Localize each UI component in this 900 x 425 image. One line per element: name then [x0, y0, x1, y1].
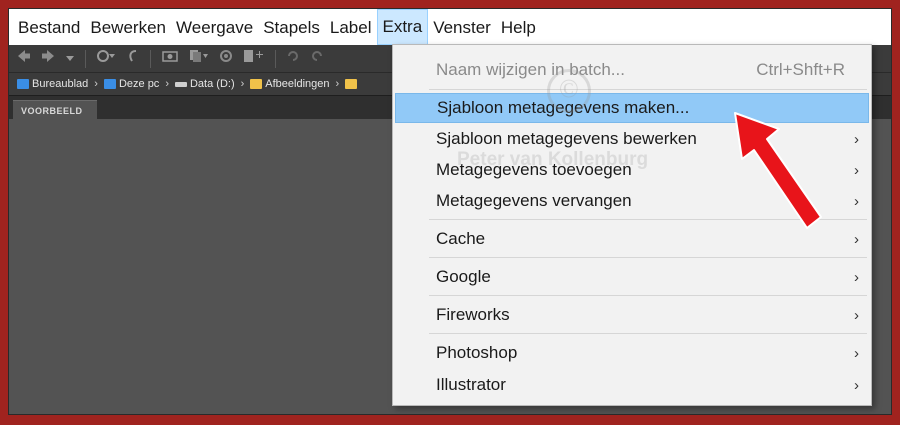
toolbar-divider: [275, 49, 276, 68]
tab-voorbeeld[interactable]: VOORBEELD: [13, 100, 97, 120]
chevron-right-icon: ›: [854, 306, 859, 324]
get-photos-icon[interactable]: [161, 45, 179, 73]
menu-item-shortcut: Ctrl+Shft+R: [756, 60, 845, 79]
menu-divider: [429, 295, 867, 296]
chevron-right-icon: ›: [854, 268, 859, 286]
menu-venster[interactable]: Venster: [428, 9, 496, 45]
chevron-right-icon[interactable]: ›: [241, 78, 245, 90]
recent-folders-icon[interactable]: [96, 45, 116, 73]
menu-divider: [429, 257, 867, 258]
menu-item-label: Metagegevens vervangen: [436, 191, 632, 210]
copy-icon[interactable]: [189, 45, 209, 73]
computer-icon: [103, 79, 116, 89]
breadcrumb-bureaublad[interactable]: Bureaublad: [17, 78, 88, 90]
chevron-right-icon[interactable]: ›: [94, 78, 98, 90]
menu-item-label: Illustrator: [436, 375, 506, 394]
breadcrumb-deze-pc[interactable]: Deze pc: [103, 78, 160, 90]
menu-bestand[interactable]: Bestand: [13, 9, 85, 45]
folder-icon: [250, 79, 263, 89]
chevron-right-icon: ›: [854, 192, 859, 210]
breadcrumb-next-folder[interactable]: [345, 79, 358, 89]
menu-extra[interactable]: Extra: [376, 9, 429, 45]
menu-item-naam-wijzigen-batch[interactable]: Naam wijzigen in batch... Ctrl+Shft+R: [395, 55, 869, 85]
rotate-right-icon[interactable]: [310, 45, 324, 73]
chevron-right-icon: ›: [854, 130, 859, 148]
menu-item-photoshop[interactable]: Photoshop ›: [395, 338, 869, 368]
desktop-icon: [17, 79, 29, 89]
menu-item-label: Sjabloon metagegevens bewerken: [436, 129, 697, 148]
drive-icon: [174, 81, 187, 87]
chevron-right-icon: ›: [854, 376, 859, 394]
menu-item-label: Naam wijzigen in batch...: [436, 60, 625, 79]
chevron-right-icon: ›: [854, 344, 859, 362]
menu-label[interactable]: Label: [325, 9, 377, 45]
history-dropdown-icon[interactable]: [65, 45, 75, 73]
menu-item-illustrator[interactable]: Illustrator ›: [395, 370, 869, 400]
breadcrumb-afbeeldingen[interactable]: Afbeeldingen: [250, 78, 330, 90]
application-window: Bestand Bewerken Weergave Stapels Label …: [8, 8, 892, 415]
breadcrumb-label: Deze pc: [118, 78, 160, 90]
refine-icon[interactable]: [219, 45, 233, 73]
new-file-icon[interactable]: [243, 45, 265, 73]
menu-item-label: Photoshop: [436, 343, 518, 362]
menu-item-label: Metagegevens toevoegen: [436, 160, 632, 179]
back-arrow-icon[interactable]: [17, 45, 31, 73]
chevron-right-icon: ›: [854, 161, 859, 179]
menu-divider: [429, 333, 867, 334]
breadcrumb-label: Data (D:): [189, 78, 235, 90]
chevron-right-icon[interactable]: ›: [165, 78, 169, 90]
breadcrumb-label: Bureaublad: [32, 78, 89, 90]
menu-item-label: Fireworks: [436, 305, 510, 324]
menu-item-label: Google: [436, 267, 491, 286]
menu-divider: [429, 89, 867, 90]
chevron-right-icon: ›: [854, 230, 859, 248]
menu-weergave[interactable]: Weergave: [171, 9, 258, 45]
menu-stapels[interactable]: Stapels: [258, 9, 325, 45]
return-icon[interactable]: [126, 45, 140, 73]
menu-bar: Bestand Bewerken Weergave Stapels Label …: [9, 9, 891, 45]
menu-bewerken[interactable]: Bewerken: [85, 9, 171, 45]
menu-item-label: Sjabloon metagegevens maken...: [437, 98, 690, 117]
forward-arrow-icon[interactable]: [41, 45, 55, 73]
menu-help[interactable]: Help: [496, 9, 541, 45]
menu-item-google[interactable]: Google ›: [395, 262, 869, 292]
menu-item-label: Cache: [436, 229, 486, 248]
toolbar-divider: [150, 49, 151, 68]
red-arrow-annotation-icon: [734, 112, 822, 229]
breadcrumb-data-drive[interactable]: Data (D:): [174, 78, 235, 90]
folder-icon: [345, 79, 358, 89]
breadcrumb-label: Afbeeldingen: [265, 78, 330, 90]
chevron-right-icon[interactable]: ›: [336, 78, 340, 90]
toolbar-divider: [85, 49, 86, 68]
rotate-left-icon[interactable]: [286, 45, 300, 73]
menu-item-fireworks[interactable]: Fireworks ›: [395, 300, 869, 330]
